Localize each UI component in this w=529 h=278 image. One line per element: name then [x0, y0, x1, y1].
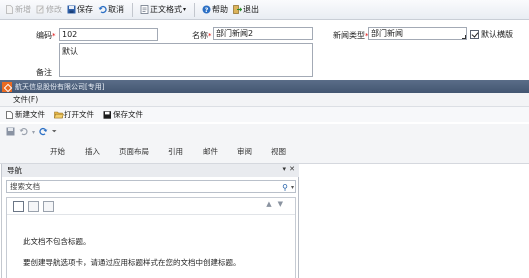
create-headings-hint: 要创建导航选项卡，请通过应用标题样式在您的文档中创建标题。	[23, 258, 241, 267]
edit-icon	[36, 5, 45, 14]
quick-access-toolbar: ▾ ⏷	[0, 124, 529, 140]
dropdown-corner-icon	[462, 35, 466, 39]
chevron-down-icon: ▾	[183, 6, 187, 13]
edit-button[interactable]: 修改	[34, 2, 64, 18]
document-area[interactable]	[300, 164, 529, 278]
body-format-button[interactable]: 正文格式 ▾	[138, 2, 188, 18]
name-label: 名称*	[192, 31, 212, 40]
exit-button[interactable]: 退出	[231, 2, 261, 18]
exit-button-label: 退出	[243, 5, 260, 14]
help-icon: ?	[202, 5, 211, 14]
folder-open-icon	[54, 111, 64, 119]
save-icon	[103, 110, 112, 119]
tab-home[interactable]: 开始	[50, 146, 65, 157]
save-button-label: 保存	[77, 5, 93, 14]
search-document-input[interactable]: 搜索文档 ⚲ ▾	[6, 180, 296, 193]
pages-view-tab[interactable]	[28, 201, 39, 212]
code-label: 编码*	[36, 31, 56, 40]
redo-icon[interactable]	[39, 127, 48, 138]
results-view-tab[interactable]	[43, 201, 54, 212]
office-file-toolbar: 新建文件 打开文件 保存文件	[0, 107, 529, 122]
headings-view-tab[interactable]	[13, 201, 24, 212]
open-file-button[interactable]: 打开文件	[52, 107, 96, 123]
note-textarea[interactable]: 默认	[59, 43, 313, 77]
navigation-results: ▲▼ 此文档不包含标题。 要创建导航选项卡，请通过应用标题样式在您的文档中创建标…	[6, 197, 296, 278]
tab-insert[interactable]: 插入	[85, 146, 100, 157]
toolbar-separator	[132, 2, 133, 17]
save-file-button[interactable]: 保存文件	[101, 107, 145, 123]
body-format-label: 正文格式	[150, 5, 182, 14]
no-headings-message: 此文档不包含标题。	[23, 237, 91, 246]
undo-icon	[98, 5, 107, 14]
note-label: 备注	[36, 68, 52, 77]
cancel-button-label: 取消	[108, 5, 124, 14]
default-landscape-checkbox[interactable]: 默认横版	[470, 29, 513, 40]
undo-icon[interactable]	[19, 127, 28, 138]
new-file-button[interactable]: 新建文件	[3, 107, 47, 123]
tab-view[interactable]: 视图	[271, 146, 286, 157]
app-window: 新增 修改 保存 取消 正文格式 ▾ ? 帮助 退出 编码* 102 名称* 部…	[0, 0, 529, 278]
prev-next-arrows-icon[interactable]: ▲▼	[266, 200, 289, 208]
new-file-label: 新建文件	[15, 110, 45, 119]
toolbar-separator	[194, 2, 196, 17]
cancel-button[interactable]: 取消	[96, 2, 126, 18]
customize-toolbar-icon[interactable]: ⏷	[52, 128, 57, 136]
pane-options-icon[interactable]: ▾	[282, 165, 286, 173]
tab-page-layout[interactable]: 页面布局	[119, 146, 149, 157]
navigation-pane-title: 导航	[7, 166, 22, 175]
main-toolbar: 新增 修改 保存 取消 正文格式 ▾ ? 帮助 退出	[0, 0, 529, 20]
navigation-pane-header: 导航 ▾ ✕	[2, 164, 299, 177]
open-file-label: 打开文件	[64, 110, 94, 119]
office-menu-bar: 文件(F)	[0, 93, 529, 107]
default-landscape-label: 默认横版	[481, 30, 513, 39]
close-icon[interactable]: ✕	[289, 165, 295, 173]
search-placeholder: 搜索文档	[10, 182, 40, 191]
save-icon	[67, 5, 76, 14]
search-icon[interactable]: ⚲	[282, 182, 288, 193]
tab-mailings[interactable]: 邮件	[203, 146, 218, 157]
new-button-label: 新增	[15, 5, 31, 14]
office-title: 航天信息股份有限公司[专用]	[15, 82, 105, 91]
chevron-down-icon[interactable]: ▾	[291, 182, 294, 193]
news-type-select[interactable]: 部门新闻	[368, 27, 467, 40]
checkbox-checked-icon	[470, 30, 479, 39]
save-button[interactable]: 保存	[65, 2, 95, 18]
save-file-label: 保存文件	[113, 110, 143, 119]
news-type-label: 新闻类型*	[333, 31, 369, 40]
divider	[7, 214, 295, 215]
new-doc-icon	[5, 5, 14, 14]
chevron-down-icon[interactable]: ▾	[32, 129, 35, 136]
office-logo-icon	[2, 81, 12, 92]
save-icon[interactable]	[6, 127, 15, 138]
ribbon-tabs: 开始 插入 页面布局 引用 邮件 审阅 视图	[0, 140, 529, 164]
new-file-icon	[5, 110, 14, 119]
help-button[interactable]: ? 帮助	[200, 2, 230, 18]
tab-references[interactable]: 引用	[168, 146, 183, 157]
file-menu[interactable]: 文件(F)	[13, 94, 38, 105]
exit-icon	[233, 5, 243, 14]
office-title-bar: 航天信息股份有限公司[专用]	[0, 80, 529, 93]
navigation-pane: 导航 ▾ ✕ 搜索文档 ⚲ ▾ ▲▼ 此文档不包含标题。 要创建导航选项卡，请通…	[1, 164, 299, 278]
name-field[interactable]: 部门新闻2	[213, 27, 313, 40]
edit-button-label: 修改	[46, 5, 62, 14]
svg-text:?: ?	[205, 6, 209, 14]
code-field[interactable]: 102	[59, 28, 158, 41]
tab-review[interactable]: 审阅	[237, 146, 252, 157]
document-format-icon	[140, 5, 149, 14]
news-type-value: 部门新闻	[371, 29, 403, 38]
help-button-label: 帮助	[212, 5, 229, 14]
new-button[interactable]: 新增	[3, 2, 33, 18]
